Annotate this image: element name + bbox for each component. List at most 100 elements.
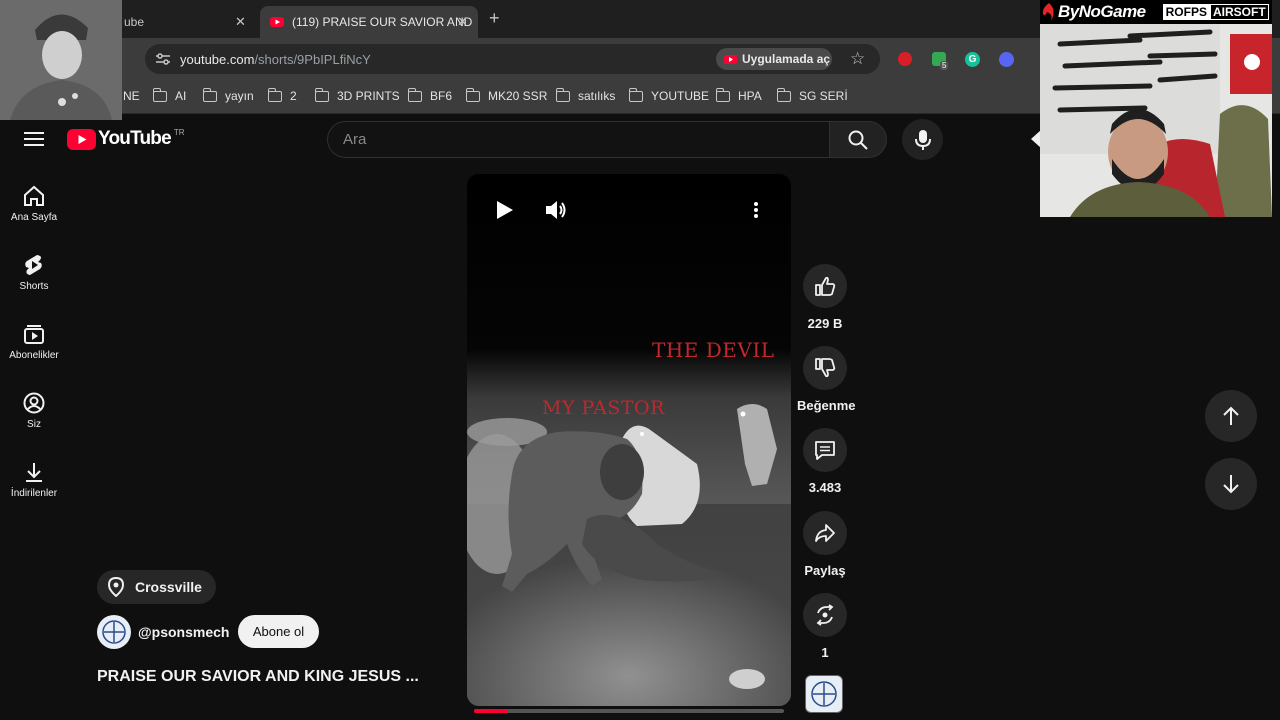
bookmark-label: YOUTUBE [651,89,710,103]
webcam-feed [1040,24,1272,217]
folder-icon [715,87,730,102]
video-progress-track[interactable] [474,709,784,713]
open-in-app-chip[interactable]: Uygulamada aç [716,48,832,70]
sidebar-item-label: İndirilenler [10,488,58,499]
voice-search-button[interactable] [902,119,943,160]
bookmark-folder-bf6[interactable]: BF6 [407,86,453,106]
comments-button[interactable]: 3.483 [797,428,853,495]
sidebar-item-downloads[interactable]: İndirilenler [0,461,68,499]
youtube-logo-icon [67,128,96,150]
extension-red-icon[interactable] [898,52,912,66]
folder-icon [628,87,643,102]
sidebar-item-shorts[interactable]: Shorts [0,254,68,292]
video-frame [467,174,791,706]
bookmark-folder-3d-prints[interactable]: 3D PRINTS [314,86,400,106]
subscribe-button[interactable]: Abone ol [238,615,319,648]
bookmark-label: 3D PRINTS [337,89,400,103]
sidebar-item-home[interactable]: Ana Sayfa [0,185,68,223]
sidebar-item-label: Shorts [19,281,49,292]
browser-tab-youtube[interactable]: ube ✕ [120,6,255,38]
sidebar-item-you[interactable]: Siz [0,392,68,430]
bookmark-label: 2 [290,89,297,103]
location-chip[interactable]: Crossville [97,570,216,604]
profile-icon [23,392,45,414]
share-icon [815,524,835,542]
audio-source-logo-icon [811,681,837,707]
close-icon[interactable]: ✕ [457,14,468,30]
grammarly-icon[interactable]: G [965,52,980,67]
dislike-label: Beğenme [797,398,856,413]
bookmark-folder-youtube[interactable]: YOUTUBE [628,86,710,106]
bookmark-label: HPA [738,89,762,103]
bookmark-label: yayın [225,89,254,103]
like-count: 229 B [807,316,843,331]
url-text[interactable]: youtube.com/shorts/9PbIPLfiNcY [180,52,371,67]
subscriptions-icon [24,325,44,344]
youtube-logo-text: YouTube [98,128,172,149]
dislike-button[interactable]: Beğenme [797,346,856,413]
short-video-player[interactable]: THE DEVIL MY PASTOR [467,174,791,706]
volume-icon[interactable] [545,200,567,220]
search-button[interactable] [829,121,887,158]
bookmark-label: MK20 SSR [488,89,548,103]
folder-icon [152,87,167,102]
sidebar-item-subscriptions[interactable]: Abonelikler [0,323,68,361]
bynogame-logo-icon [1042,3,1054,21]
comment-icon [815,441,835,460]
more-options-icon[interactable] [754,202,758,218]
youtube-logo[interactable]: YouTube TR [67,128,185,150]
bookmark-label: SG SERİ [799,89,848,103]
location-pin-icon [107,577,125,597]
play-icon[interactable] [496,200,514,220]
region-code: TR [173,128,185,137]
url-host: youtube.com [180,52,255,67]
share-label: Paylaş [804,563,846,578]
search-box[interactable] [327,121,830,158]
bookmark-label: AI [175,89,187,103]
discord-extension-icon[interactable] [999,52,1014,67]
site-settings-icon[interactable] [155,52,171,66]
portrait-photo-overlay [0,0,122,120]
bookmark-item[interactable]: NE [123,86,140,106]
bookmark-folder-2[interactable]: 2 [267,86,297,106]
sidebar-item-label: Siz [27,419,41,430]
bookmark-label: BF6 [430,89,453,103]
portrait-image [0,0,122,120]
folder-icon [776,87,791,102]
bookmark-star-icon[interactable]: ☆ [850,49,865,69]
bookmark-folder-mk20[interactable]: MK20 SSR [465,86,548,106]
folder-icon [555,87,570,102]
menu-icon[interactable] [24,131,44,147]
folder-icon [202,87,217,102]
folder-icon [314,87,329,102]
arrow-up-icon [1223,406,1239,425]
sound-thumbnail[interactable] [805,675,843,713]
next-short-button[interactable] [1205,458,1257,510]
share-button[interactable]: Paylaş [797,511,853,578]
new-tab-button[interactable]: + [489,8,500,29]
folder-icon [407,87,422,102]
bookmark-folder-yayin[interactable]: yayın [202,86,254,106]
folder-icon [465,87,480,102]
bookmark-folder-ai[interactable]: AI [152,86,187,106]
thumbs-up-icon [815,276,836,296]
close-icon[interactable]: ✕ [235,14,246,30]
like-button[interactable]: 229 B [797,264,853,331]
remix-count: 1 [821,645,829,660]
channel-handle[interactable]: @psonsmech [138,624,229,640]
bookmark-label: satılıks [578,89,616,103]
bookmark-folder-hpa[interactable]: HPA [715,86,762,106]
brand-name: ByNoGame [1058,2,1146,21]
remix-button[interactable]: 1 [797,593,853,660]
search-input[interactable]: Ara [343,131,366,148]
short-title[interactable]: PRAISE OUR SAVIOR AND KING JESUS ... [97,668,419,686]
browser-tab-active[interactable]: (119) PRAISE OUR SAVIOR AND ✕ [260,6,478,38]
youtube-favicon-icon [270,17,284,27]
bookmark-folder-satiliks[interactable]: satılıks [555,86,616,106]
bookmark-folder-sg-seri[interactable]: SG SERİ [776,86,848,106]
stream-brand-bar: ByNoGame ROFPS AIRSOFT [1040,0,1272,24]
thumbs-down-icon [815,358,836,378]
channel-avatar[interactable] [97,615,131,649]
previous-short-button[interactable] [1205,390,1257,442]
comment-count: 3.483 [808,480,842,495]
